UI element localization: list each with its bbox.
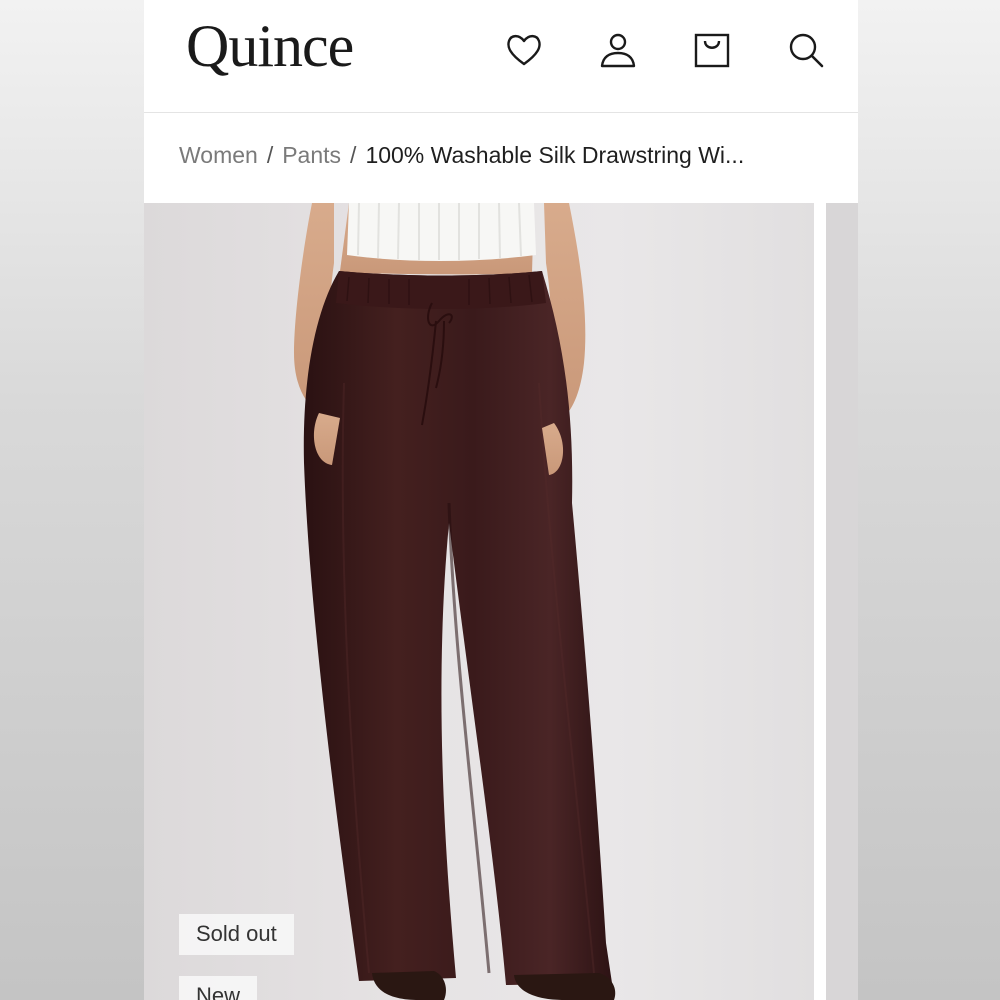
breadcrumb: Women / Pants / 100% Washable Silk Drawstrin… bbox=[179, 142, 744, 169]
product-image-carousel[interactable]: Sold out New bbox=[144, 203, 858, 1000]
breadcrumb-current-product: 100% Washable Silk Drawstring Wi... bbox=[365, 142, 745, 168]
header-icons bbox=[500, 26, 830, 74]
search-icon bbox=[789, 33, 824, 68]
breadcrumb-pants[interactable]: Pants bbox=[282, 142, 341, 168]
breadcrumb-separator: / bbox=[266, 142, 274, 168]
account-button[interactable] bbox=[594, 26, 642, 74]
search-button[interactable] bbox=[782, 26, 830, 74]
breadcrumb-women[interactable]: Women bbox=[179, 142, 258, 168]
background-right bbox=[858, 0, 1000, 1000]
product-photo[interactable]: Sold out New bbox=[144, 203, 814, 1000]
sold-out-badge: Sold out bbox=[179, 914, 294, 955]
wishlist-button[interactable] bbox=[500, 26, 548, 74]
breadcrumb-separator: / bbox=[350, 142, 357, 168]
heart-icon bbox=[507, 34, 541, 66]
model-wearing-pants-illustration bbox=[294, 203, 616, 1000]
mobile-page: Quince Women / Pants / 100% Washable Sil… bbox=[144, 0, 858, 1000]
shopping-bag-icon bbox=[694, 33, 730, 68]
cart-button[interactable] bbox=[688, 26, 736, 74]
background-left bbox=[0, 0, 144, 1000]
user-icon bbox=[600, 33, 636, 68]
next-product-photo-peek[interactable] bbox=[826, 203, 858, 1000]
site-header: Quince bbox=[144, 0, 858, 113]
brand-logo[interactable]: Quince bbox=[186, 12, 354, 81]
new-badge: New bbox=[179, 976, 258, 1000]
